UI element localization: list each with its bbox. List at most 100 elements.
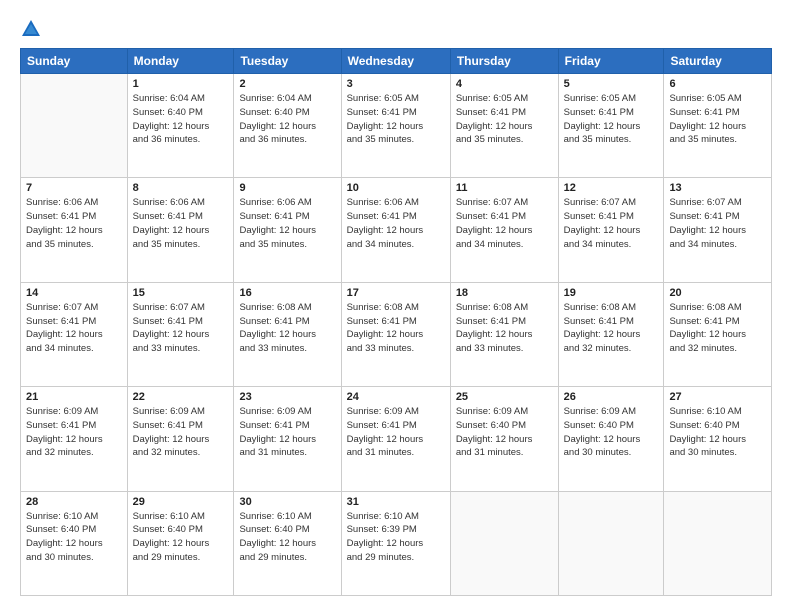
day-number: 31 xyxy=(347,496,445,508)
day-number: 19 xyxy=(564,287,659,299)
day-info: Sunrise: 6:08 AMSunset: 6:41 PMDaylight:… xyxy=(239,301,335,356)
day-info: Sunrise: 6:08 AMSunset: 6:41 PMDaylight:… xyxy=(347,301,445,356)
calendar-cell: 17 Sunrise: 6:08 AMSunset: 6:41 PMDayligh… xyxy=(341,282,450,386)
week-row-3: 21 Sunrise: 6:09 AMSunset: 6:41 PMDayligh… xyxy=(21,387,772,491)
day-info: Sunrise: 6:05 AMSunset: 6:41 PMDaylight:… xyxy=(456,92,553,147)
calendar-cell xyxy=(558,491,664,595)
calendar-cell: 21 Sunrise: 6:09 AMSunset: 6:41 PMDayligh… xyxy=(21,387,128,491)
day-number: 29 xyxy=(133,496,229,508)
day-number: 24 xyxy=(347,391,445,403)
calendar-cell: 26 Sunrise: 6:09 AMSunset: 6:40 PMDayligh… xyxy=(558,387,664,491)
week-row-0: 1Sunrise: 6:04 AMSunset: 6:40 PMDaylight… xyxy=(21,74,772,178)
week-row-4: 28 Sunrise: 6:10 AMSunset: 6:40 PMDayligh… xyxy=(21,491,772,595)
day-info: Sunrise: 6:05 AMSunset: 6:41 PMDaylight:… xyxy=(564,92,659,147)
calendar-cell: 3 Sunrise: 6:05 AMSunset: 6:41 PMDaylight… xyxy=(341,74,450,178)
calendar-cell: 16 Sunrise: 6:08 AMSunset: 6:41 PMDayligh… xyxy=(234,282,341,386)
calendar-cell: 13Sunrise: 6:07 AMSunset: 6:41 PMDayligh… xyxy=(664,178,772,282)
day-number: 20 xyxy=(669,287,766,299)
calendar-cell: 28 Sunrise: 6:10 AMSunset: 6:40 PMDayligh… xyxy=(21,491,128,595)
calendar-cell: 14Sunrise: 6:07 AMSunset: 6:41 PMDayligh… xyxy=(21,282,128,386)
calendar-cell: 8 Sunrise: 6:06 AMSunset: 6:41 PMDaylight… xyxy=(127,178,234,282)
logo-icon xyxy=(20,18,42,40)
day-info: Sunrise: 6:04 AMSunset: 6:40 PMDaylight:… xyxy=(133,92,229,147)
calendar-cell: 2Sunrise: 6:04 AMSunset: 6:40 PMDaylight… xyxy=(234,74,341,178)
day-info: Sunrise: 6:10 AMSunset: 6:40 PMDaylight:… xyxy=(669,405,766,460)
day-number: 12 xyxy=(564,182,659,194)
weekday-header-wednesday: Wednesday xyxy=(341,49,450,74)
day-number: 30 xyxy=(239,496,335,508)
day-info: Sunrise: 6:05 AMSunset: 6:41 PMDaylight:… xyxy=(669,92,766,147)
day-number: 17 xyxy=(347,287,445,299)
calendar-cell: 18Sunrise: 6:08 AMSunset: 6:41 PMDayligh… xyxy=(450,282,558,386)
day-info: Sunrise: 6:07 AMSunset: 6:41 PMDaylight:… xyxy=(133,301,229,356)
day-info: Sunrise: 6:07 AMSunset: 6:41 PMDaylight:… xyxy=(26,301,122,356)
weekday-header-friday: Friday xyxy=(558,49,664,74)
day-number: 27 xyxy=(669,391,766,403)
day-number: 23 xyxy=(239,391,335,403)
day-info: Sunrise: 6:09 AMSunset: 6:40 PMDaylight:… xyxy=(564,405,659,460)
day-info: Sunrise: 6:04 AMSunset: 6:40 PMDaylight:… xyxy=(239,92,335,147)
week-row-2: 14Sunrise: 6:07 AMSunset: 6:41 PMDayligh… xyxy=(21,282,772,386)
day-number: 4 xyxy=(456,78,553,90)
week-row-1: 7 Sunrise: 6:06 AMSunset: 6:41 PMDaylight… xyxy=(21,178,772,282)
day-number: 3 xyxy=(347,78,445,90)
day-number: 21 xyxy=(26,391,122,403)
calendar-cell: 22 Sunrise: 6:09 AMSunset: 6:41 PMDayligh… xyxy=(127,387,234,491)
calendar-cell: 12 Sunrise: 6:07 AMSunset: 6:41 PMDayligh… xyxy=(558,178,664,282)
day-number: 9 xyxy=(239,182,335,194)
calendar-cell xyxy=(664,491,772,595)
calendar-cell: 27 Sunrise: 6:10 AMSunset: 6:40 PMDayligh… xyxy=(664,387,772,491)
day-number: 10 xyxy=(347,182,445,194)
calendar-cell xyxy=(21,74,128,178)
day-info: Sunrise: 6:09 AMSunset: 6:40 PMDaylight:… xyxy=(456,405,553,460)
day-info: Sunrise: 6:10 AMSunset: 6:40 PMDaylight:… xyxy=(26,510,122,565)
weekday-header-monday: Monday xyxy=(127,49,234,74)
calendar-cell: 5Sunrise: 6:05 AMSunset: 6:41 PMDaylight… xyxy=(558,74,664,178)
day-info: Sunrise: 6:06 AMSunset: 6:41 PMDaylight:… xyxy=(133,196,229,251)
calendar-cell: 15 Sunrise: 6:07 AMSunset: 6:41 PMDayligh… xyxy=(127,282,234,386)
day-number: 7 xyxy=(26,182,122,194)
calendar-table: SundayMondayTuesdayWednesdayThursdayFrid… xyxy=(20,48,772,596)
day-info: Sunrise: 6:05 AMSunset: 6:41 PMDaylight:… xyxy=(347,92,445,147)
header xyxy=(20,16,772,40)
weekday-header-saturday: Saturday xyxy=(664,49,772,74)
calendar-cell: 9Sunrise: 6:06 AMSunset: 6:41 PMDaylight… xyxy=(234,178,341,282)
calendar-cell: 20Sunrise: 6:08 AMSunset: 6:41 PMDayligh… xyxy=(664,282,772,386)
day-number: 15 xyxy=(133,287,229,299)
calendar-cell: 23Sunrise: 6:09 AMSunset: 6:41 PMDayligh… xyxy=(234,387,341,491)
day-info: Sunrise: 6:10 AMSunset: 6:39 PMDaylight:… xyxy=(347,510,445,565)
calendar-cell: 30 Sunrise: 6:10 AMSunset: 6:40 PMDayligh… xyxy=(234,491,341,595)
calendar-cell: 25 Sunrise: 6:09 AMSunset: 6:40 PMDayligh… xyxy=(450,387,558,491)
day-number: 16 xyxy=(239,287,335,299)
calendar-cell: 7 Sunrise: 6:06 AMSunset: 6:41 PMDaylight… xyxy=(21,178,128,282)
day-number: 13 xyxy=(669,182,766,194)
day-info: Sunrise: 6:06 AMSunset: 6:41 PMDaylight:… xyxy=(26,196,122,251)
calendar-cell xyxy=(450,491,558,595)
calendar-cell: 10 Sunrise: 6:06 AMSunset: 6:41 PMDayligh… xyxy=(341,178,450,282)
day-number: 26 xyxy=(564,391,659,403)
day-info: Sunrise: 6:07 AMSunset: 6:41 PMDaylight:… xyxy=(564,196,659,251)
weekday-header-thursday: Thursday xyxy=(450,49,558,74)
weekday-header-sunday: Sunday xyxy=(21,49,128,74)
calendar-cell: 6Sunrise: 6:05 AMSunset: 6:41 PMDaylight… xyxy=(664,74,772,178)
day-number: 25 xyxy=(456,391,553,403)
day-info: Sunrise: 6:08 AMSunset: 6:41 PMDaylight:… xyxy=(564,301,659,356)
day-info: Sunrise: 6:08 AMSunset: 6:41 PMDaylight:… xyxy=(456,301,553,356)
day-number: 8 xyxy=(133,182,229,194)
weekday-header-tuesday: Tuesday xyxy=(234,49,341,74)
day-info: Sunrise: 6:06 AMSunset: 6:41 PMDaylight:… xyxy=(347,196,445,251)
calendar-cell: 1Sunrise: 6:04 AMSunset: 6:40 PMDaylight… xyxy=(127,74,234,178)
day-info: Sunrise: 6:10 AMSunset: 6:40 PMDaylight:… xyxy=(133,510,229,565)
day-info: Sunrise: 6:10 AMSunset: 6:40 PMDaylight:… xyxy=(239,510,335,565)
calendar-cell: 31 Sunrise: 6:10 AMSunset: 6:39 PMDayligh… xyxy=(341,491,450,595)
day-info: Sunrise: 6:09 AMSunset: 6:41 PMDaylight:… xyxy=(347,405,445,460)
day-number: 11 xyxy=(456,182,553,194)
day-info: Sunrise: 6:09 AMSunset: 6:41 PMDaylight:… xyxy=(133,405,229,460)
day-number: 22 xyxy=(133,391,229,403)
logo xyxy=(20,16,46,40)
calendar-cell: 11Sunrise: 6:07 AMSunset: 6:41 PMDayligh… xyxy=(450,178,558,282)
page: SundayMondayTuesdayWednesdayThursdayFrid… xyxy=(0,0,792,612)
day-info: Sunrise: 6:09 AMSunset: 6:41 PMDaylight:… xyxy=(26,405,122,460)
calendar-cell: 29 Sunrise: 6:10 AMSunset: 6:40 PMDayligh… xyxy=(127,491,234,595)
day-number: 28 xyxy=(26,496,122,508)
